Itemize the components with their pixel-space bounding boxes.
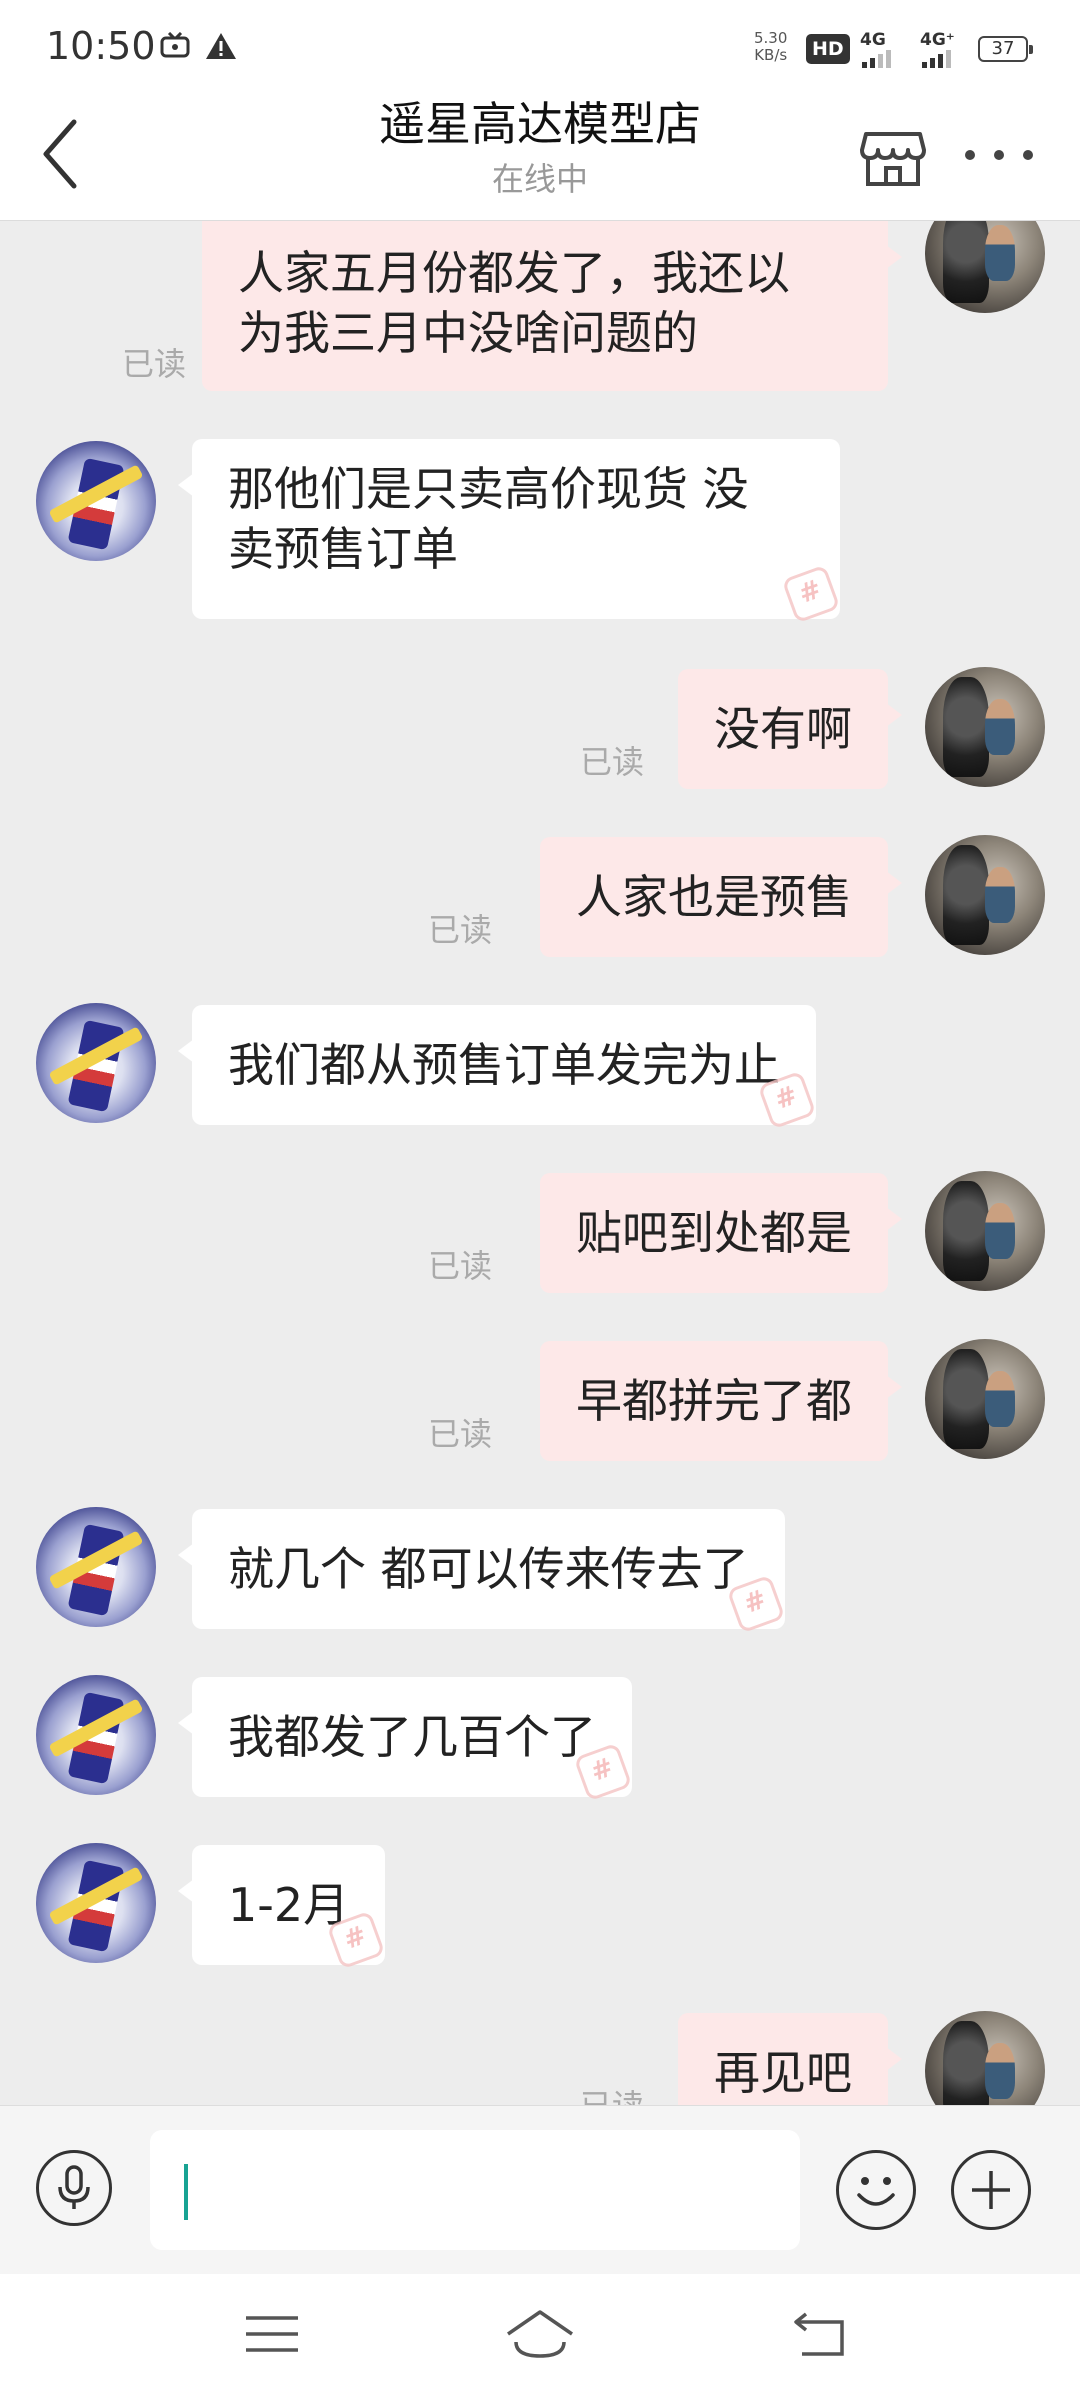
signal-sim1-label: 4G <box>860 30 886 50</box>
message-bubble-me[interactable]: 早都拼完了都 <box>540 1341 902 1461</box>
signal-sim2-label: 4G⁺ <box>920 30 955 50</box>
shop-avatar[interactable] <box>36 1675 156 1795</box>
emoji-icon[interactable] <box>836 2150 916 2230</box>
read-receipt: 已读 <box>428 1415 493 1453</box>
emoji-glyph <box>857 2177 895 2206</box>
message-text: 就几个 都可以传来传去了 <box>228 1542 749 1596</box>
message-bubble-me[interactable]: 贴吧到处都是 <box>540 1173 902 1293</box>
message-input-bar <box>0 2105 1080 2274</box>
hd-badge: HD <box>806 34 850 64</box>
status-bar: 10:50 5.30 KB/s HD 4G 4G⁺ 37 <box>0 0 1080 90</box>
my-avatar[interactable] <box>925 1171 1045 1291</box>
read-receipt: 已读 <box>428 911 493 949</box>
message-bubble-me[interactable]: 人家五月份都发了，我还以 为我三月中没啥问题的 <box>202 221 902 391</box>
signal-sim2: 4G⁺ <box>920 30 968 68</box>
my-avatar[interactable] <box>925 835 1045 955</box>
message-line: 那他们是只卖高价现货 没 <box>228 462 749 516</box>
read-receipt: 已读 <box>122 345 187 383</box>
menu-icon[interactable] <box>232 2304 312 2364</box>
message-text: 我们都从预售订单发完为止 <box>228 1038 780 1092</box>
chat-header: 遥星高达模型店 在线中 <box>0 90 1080 221</box>
read-receipt: 已读 <box>428 1247 493 1285</box>
message-bubble-me[interactable]: 人家也是预售 <box>540 837 902 957</box>
message-bubble-shop[interactable]: 我都发了几百个了 <box>178 1677 633 1802</box>
message-text: 没有啊 <box>714 702 852 756</box>
shop-avatar[interactable] <box>36 1003 156 1123</box>
shop-icon[interactable] <box>858 120 928 190</box>
system-navigation-bar <box>0 2274 1080 2400</box>
message-text: 再见吧 <box>714 2046 852 2100</box>
back-nav-icon[interactable] <box>782 2304 862 2364</box>
shop-avatar[interactable] <box>36 1843 156 1963</box>
message-line: 为我三月中没啥问题的 <box>238 306 698 360</box>
my-avatar[interactable] <box>925 221 1045 313</box>
message-list[interactable]: 人家五月份都发了，我还以 为我三月中没啥问题的 已读 那他们是只卖高价现货 没 … <box>0 221 1080 2105</box>
status-time: 10:50 <box>46 24 156 68</box>
message-text: 我都发了几百个了 <box>228 1710 596 1764</box>
my-avatar[interactable] <box>925 667 1045 787</box>
message-bubble-shop[interactable]: 1-2月 <box>177 1845 386 1970</box>
message-text: 1-2月 <box>228 1878 350 1932</box>
my-avatar[interactable] <box>925 1339 1045 1459</box>
plus-glyph <box>972 2171 1010 2209</box>
message-text: 贴吧到处都是 <box>576 1206 852 1260</box>
message-text: 早都拼完了都 <box>576 1374 852 1428</box>
battery-indicator: 37 <box>978 36 1033 62</box>
warning-icon <box>206 33 236 59</box>
message-bubble-me[interactable]: 再见吧 <box>678 2013 902 2105</box>
network-speed-unit: KB/s <box>754 46 788 64</box>
my-avatar[interactable] <box>925 2011 1045 2105</box>
message-input[interactable] <box>150 2130 800 2250</box>
microphone-icon[interactable] <box>36 2150 112 2226</box>
read-receipt: 已读 <box>580 743 645 781</box>
plus-icon[interactable] <box>951 2150 1031 2230</box>
tv-icon <box>160 32 190 58</box>
text-caret <box>184 2164 188 2220</box>
message-bubble-me[interactable]: 没有啊 <box>678 669 902 789</box>
message-line: 卖预售订单 <box>228 522 458 576</box>
signal-sim1: 4G <box>860 30 908 68</box>
shop-avatar[interactable] <box>36 1507 156 1627</box>
message-text: 人家也是预售 <box>576 870 852 924</box>
message-bubble-shop[interactable]: 就几个 都可以传来传去了 <box>178 1509 786 1634</box>
home-icon[interactable] <box>500 2304 580 2364</box>
message-line: 人家五月份都发了，我还以 <box>238 246 790 300</box>
read-receipt: 已读 <box>580 2081 644 2105</box>
message-bubble-shop[interactable]: 我们都从预售订单发完为止 <box>178 1005 817 1130</box>
microphone-glyph <box>58 2165 90 2209</box>
shop-avatar[interactable] <box>36 441 156 561</box>
more-icon[interactable] <box>960 130 1040 180</box>
network-speed: 5.30 KB/s <box>754 30 787 64</box>
message-bubble-shop[interactable]: 那他们是只卖高价现货 没 卖预售订单 <box>178 439 841 624</box>
network-speed-value: 5.30 <box>754 29 788 47</box>
